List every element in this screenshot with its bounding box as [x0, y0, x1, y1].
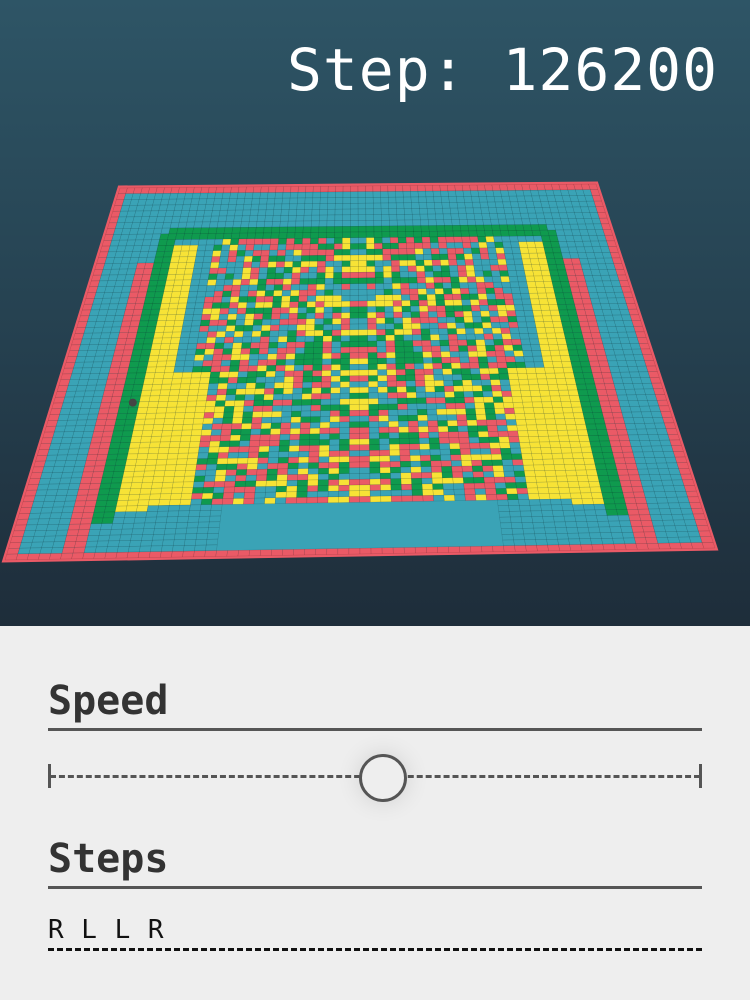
speed-title: Speed: [48, 674, 702, 731]
simulation-viewport[interactable]: Step: 126200: [0, 0, 750, 626]
step-counter: Step: 126200: [286, 36, 718, 104]
steps-rule-input[interactable]: [48, 912, 702, 951]
slider-max-tick: [699, 764, 702, 788]
ant-marker: [128, 398, 137, 407]
slider-thumb[interactable]: [358, 754, 407, 802]
steps-title: Steps: [48, 832, 702, 889]
control-panel: Speed Steps: [0, 626, 750, 1000]
speed-slider[interactable]: [48, 754, 702, 802]
